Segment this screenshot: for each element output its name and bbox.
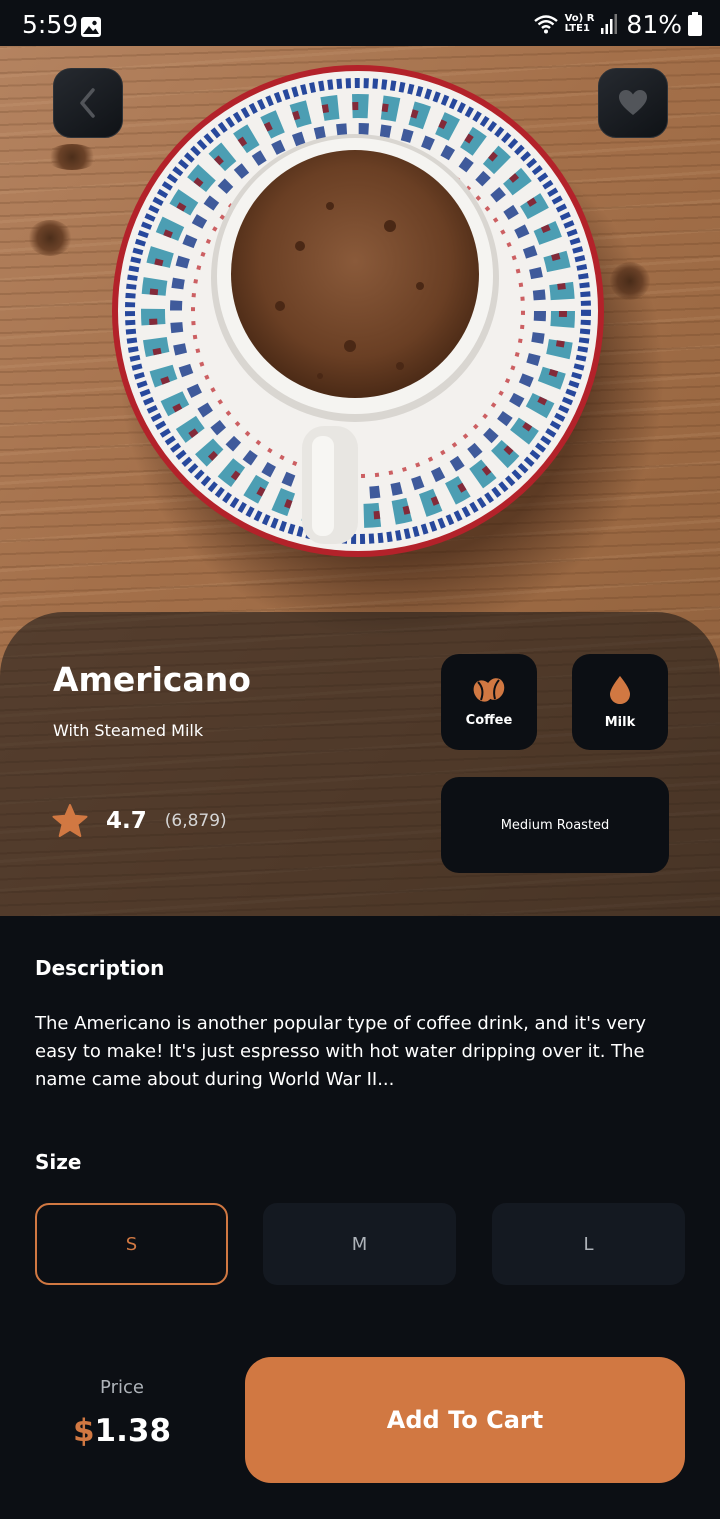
size-title: Size (35, 1150, 82, 1174)
coffee-chip-label: Coffee (465, 712, 513, 728)
rating-value: 4.7 (106, 808, 147, 834)
network-type: Vo) R LTE1 (565, 14, 595, 34)
price-label: Price (100, 1377, 144, 1398)
wifi-icon (533, 15, 558, 34)
product-name: Americano (53, 660, 251, 699)
rating-row: 4.7 (6,879) (52, 804, 227, 838)
coffee-beans-icon (473, 677, 505, 702)
milk-chip: Milk (572, 654, 668, 750)
description-title: Description (35, 956, 165, 980)
milk-chip-label: Milk (604, 714, 636, 730)
heart-icon (619, 90, 647, 115)
favorite-button[interactable] (598, 68, 668, 138)
product-info-panel: Americano With Steamed Milk 4.7 (6,879) … (0, 612, 720, 916)
status-bar: 5:59 Vo) R LTE1 81% (0, 0, 720, 46)
product-hero: Americano With Steamed Milk 4.7 (6,879) … (0, 46, 720, 916)
price-currency: $ (72, 1413, 95, 1449)
gallery-icon (81, 17, 101, 37)
price-value: $1.38 (60, 1413, 184, 1449)
network-bottom-label: LTE1 (564, 23, 590, 34)
description-text[interactable]: The Americano is another popular type of… (35, 1010, 685, 1094)
roast-chip: Medium Roasted (441, 777, 669, 873)
size-option-l[interactable]: L (492, 1203, 685, 1285)
size-option-s[interactable]: S (35, 1203, 228, 1285)
coffee-chip: Coffee (441, 654, 537, 750)
size-option-m[interactable]: M (263, 1203, 456, 1285)
battery-percentage: 81% (626, 9, 682, 39)
price-amount: 1.38 (94, 1413, 172, 1449)
product-subtitle: With Steamed Milk (53, 721, 204, 740)
roast-chip-label: Medium Roasted (500, 817, 610, 833)
milk-drop-icon (610, 675, 630, 704)
status-time: 5:59 (22, 10, 79, 39)
back-button[interactable] (53, 68, 123, 138)
back-arrow-icon (80, 88, 95, 118)
status-indicators: Vo) R LTE1 81% (527, 9, 702, 39)
battery-icon (688, 12, 702, 36)
star-icon (52, 804, 88, 837)
rating-count: (6,879) (164, 811, 227, 831)
add-to-cart-button[interactable]: Add To Cart (245, 1357, 685, 1483)
signal-icon (601, 14, 618, 34)
